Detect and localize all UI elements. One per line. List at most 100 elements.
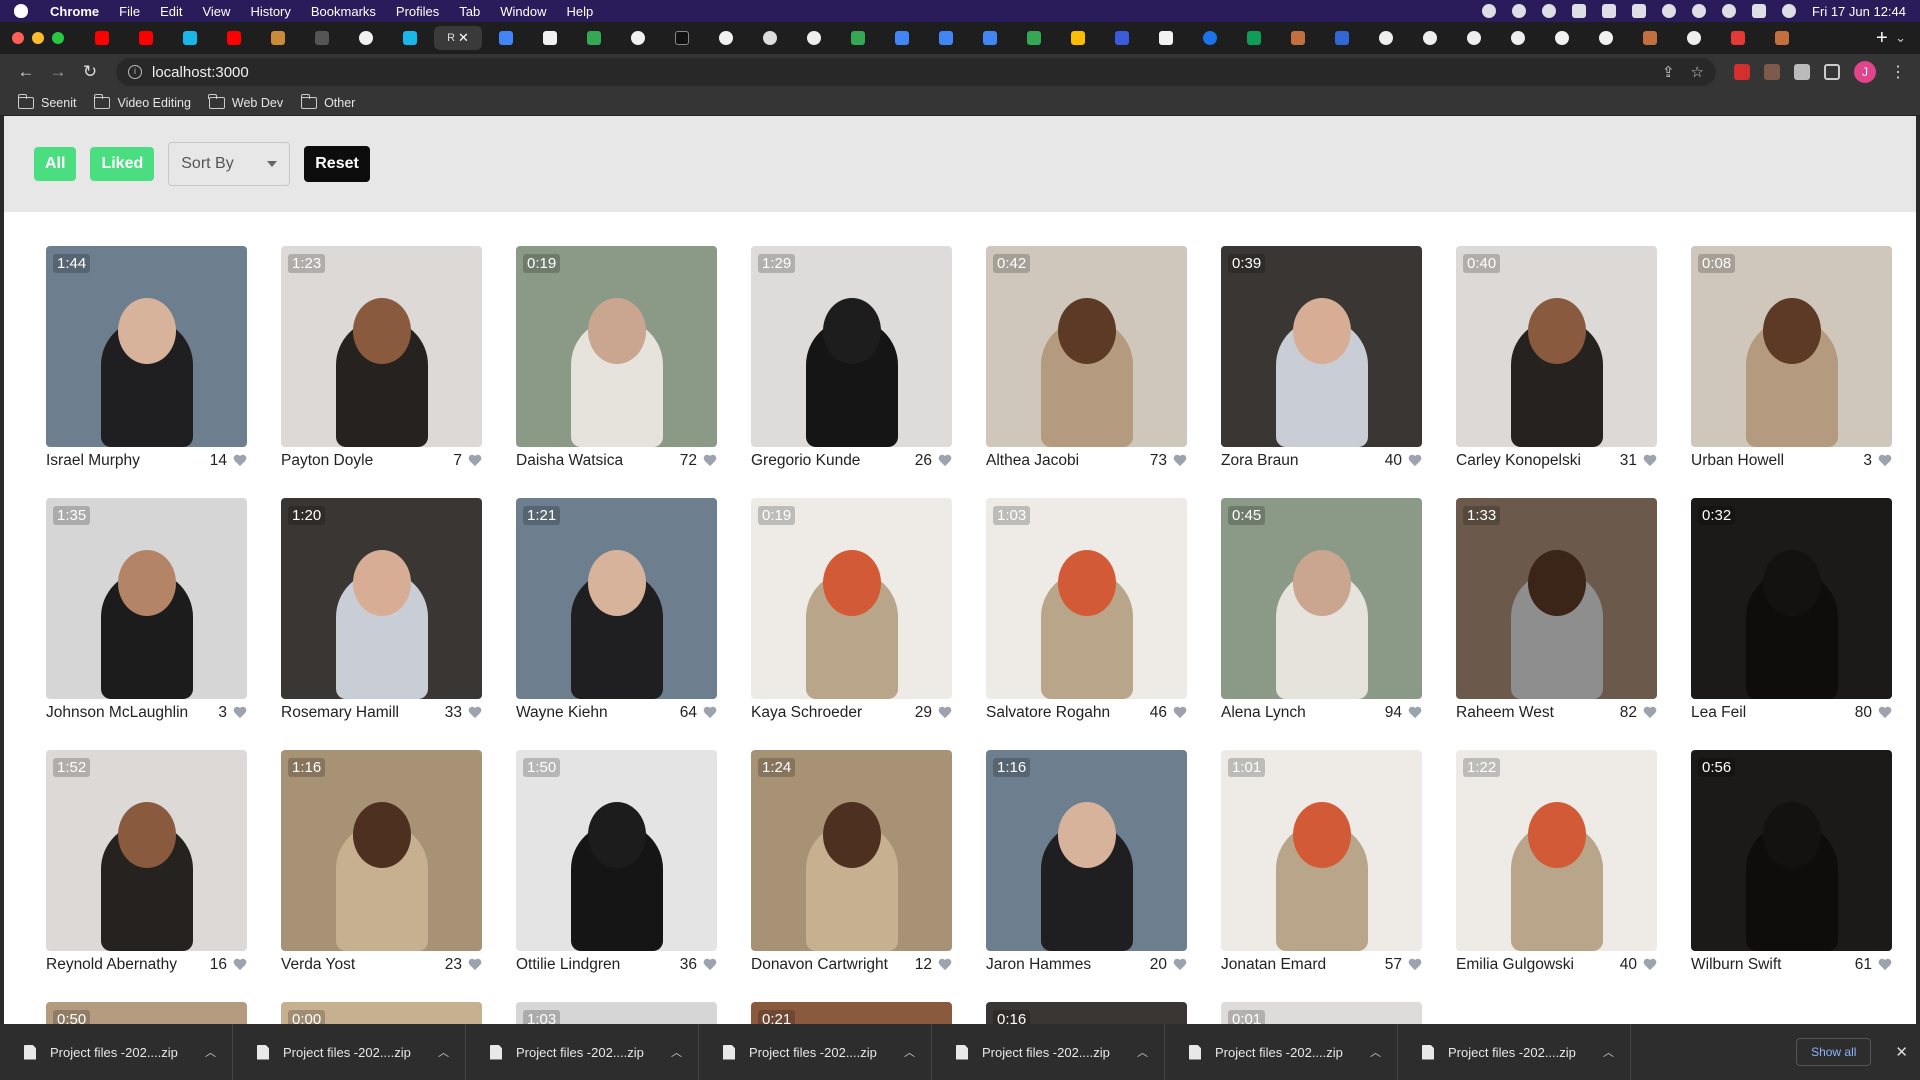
bookmark-folder-other[interactable]: Other: [300, 93, 355, 110]
video-card[interactable]: 0:40 Carley Konopelski 31: [1456, 246, 1657, 475]
tab-localhost-active[interactable]: R ✕: [434, 26, 482, 50]
video-thumbnail[interactable]: 1:01: [1221, 750, 1422, 951]
video-card[interactable]: 1:21 Wayne Kiehn 64: [516, 498, 717, 727]
video-thumbnail[interactable]: 1:16: [281, 750, 482, 951]
tab-youtube[interactable]: [214, 26, 254, 50]
chevron-up-icon[interactable]: ︿: [1137, 1044, 1148, 1060]
new-tab-button[interactable]: +: [1876, 27, 1888, 50]
chevron-up-icon[interactable]: ︿: [671, 1044, 682, 1060]
heart-icon[interactable]: [1643, 455, 1657, 468]
heart-icon[interactable]: [1408, 455, 1422, 468]
tab-google[interactable]: [346, 26, 386, 50]
video-thumbnail[interactable]: 0:56: [1691, 750, 1892, 951]
bookmark-star-icon[interactable]: ☆: [1691, 63, 1704, 81]
extension-icon[interactable]: [1764, 64, 1780, 80]
tab-misc[interactable]: [1234, 26, 1274, 50]
video-thumbnail[interactable]: 1:22: [1456, 750, 1657, 951]
menu-bookmarks[interactable]: Bookmarks: [311, 4, 376, 19]
download-item[interactable]: Project files -202....zip ︿: [466, 1024, 699, 1080]
tab-chrome[interactable]: [750, 26, 790, 50]
download-filename[interactable]: Project files -202....zip: [516, 1045, 657, 1060]
video-thumbnail[interactable]: 1:16: [986, 750, 1187, 951]
tab-misc[interactable]: [302, 26, 342, 50]
video-thumbnail[interactable]: 0:19: [516, 246, 717, 447]
video-card[interactable]: 0:19 Daisha Watsica 72: [516, 246, 717, 475]
video-card[interactable]: 1:20 Rosemary Hamill 33: [281, 498, 482, 727]
video-card[interactable]: 1:33 Raheem West 82: [1456, 498, 1657, 727]
download-item[interactable]: Project files -202....zip ︿: [233, 1024, 466, 1080]
tab-drive[interactable]: [1014, 26, 1054, 50]
video-thumbnail[interactable]: 1:24: [751, 750, 952, 951]
tab-google[interactable]: [618, 26, 658, 50]
video-card[interactable]: 1:44 Israel Murphy 14: [46, 246, 247, 475]
input-source-flag-icon[interactable]: [1602, 4, 1617, 18]
time-machine-icon[interactable]: [1692, 4, 1707, 18]
download-item[interactable]: Project files -202....zip ︿: [932, 1024, 1165, 1080]
side-panel-icon[interactable]: [1824, 64, 1840, 80]
tab-google[interactable]: [1586, 26, 1626, 50]
video-card[interactable]: 0:19 Kaya Schroeder 29: [751, 498, 952, 727]
tab-docs[interactable]: [926, 26, 966, 50]
video-thumbnail[interactable]: 1:23: [281, 246, 482, 447]
tab-youtube[interactable]: [82, 26, 122, 50]
tab-docs[interactable]: [970, 26, 1010, 50]
video-card[interactable]: 0:45 Alena Lynch 94: [1221, 498, 1422, 727]
tab-amazon[interactable]: [1146, 26, 1186, 50]
video-card[interactable]: 1:16 Verda Yost 23: [281, 750, 482, 979]
video-thumbnail[interactable]: 1:03: [516, 1002, 717, 1024]
tab-misc[interactable]: [1762, 26, 1802, 50]
heart-icon[interactable]: [1878, 959, 1892, 972]
video-thumbnail[interactable]: 0:45: [1221, 498, 1422, 699]
download-filename[interactable]: Project files -202....zip: [283, 1045, 424, 1060]
tab-github[interactable]: [1498, 26, 1538, 50]
video-thumbnail[interactable]: 0:39: [1221, 246, 1422, 447]
tab-drive[interactable]: [838, 26, 878, 50]
minimize-window-button[interactable]: [32, 32, 44, 44]
forward-button[interactable]: →: [44, 58, 72, 86]
chevron-up-icon[interactable]: ︿: [1370, 1044, 1381, 1060]
video-card[interactable]: 0:32 Lea Feil 80: [1691, 498, 1892, 727]
menu-window[interactable]: Window: [500, 4, 546, 19]
tab-misc[interactable]: [662, 26, 702, 50]
download-item[interactable]: Project files -202....zip ︿: [1165, 1024, 1398, 1080]
download-filename[interactable]: Project files -202....zip: [749, 1045, 890, 1060]
battery-icon[interactable]: [1632, 4, 1647, 18]
menubar-clock[interactable]: Fri 17 Jun 12:44: [1812, 4, 1906, 19]
heart-icon[interactable]: [703, 707, 717, 720]
play-icon[interactable]: [1542, 4, 1557, 18]
video-thumbnail[interactable]: 1:21: [516, 498, 717, 699]
tab-github[interactable]: [1454, 26, 1494, 50]
video-thumbnail[interactable]: 1:50: [516, 750, 717, 951]
heart-icon[interactable]: [938, 959, 952, 972]
tab-github[interactable]: [794, 26, 834, 50]
close-window-button[interactable]: [12, 32, 24, 44]
chevron-up-icon[interactable]: ︿: [1603, 1044, 1614, 1060]
video-thumbnail[interactable]: 0:40: [1456, 246, 1657, 447]
download-item[interactable]: Project files -202....zip ︿: [699, 1024, 932, 1080]
video-card[interactable]: 1:23 Payton Doyle 7: [281, 246, 482, 475]
heart-icon[interactable]: [938, 707, 952, 720]
video-thumbnail[interactable]: 0:01: [1221, 1002, 1422, 1024]
video-card[interactable]: 1:52 Reynold Abernathy 16: [46, 750, 247, 979]
tab-vimeo[interactable]: [170, 26, 210, 50]
filter-all-button[interactable]: All: [34, 147, 77, 181]
creative-cloud-icon[interactable]: [1482, 4, 1497, 18]
heart-icon[interactable]: [1408, 959, 1422, 972]
video-thumbnail[interactable]: 0:19: [751, 498, 952, 699]
video-thumbnail[interactable]: 0:16: [986, 1002, 1187, 1024]
tab-github[interactable]: [1674, 26, 1714, 50]
heart-icon[interactable]: [233, 707, 247, 720]
heart-icon[interactable]: [1878, 707, 1892, 720]
download-filename[interactable]: Project files -202....zip: [50, 1045, 191, 1060]
heart-icon[interactable]: [938, 455, 952, 468]
video-card[interactable]: 1:24 Donavon Cartwright 12: [751, 750, 952, 979]
wifi-icon[interactable]: [1662, 4, 1677, 18]
bookmark-folder-web-dev[interactable]: Web Dev: [208, 93, 283, 110]
heart-icon[interactable]: [1643, 959, 1657, 972]
tab-misc[interactable]: [1278, 26, 1318, 50]
heart-icon[interactable]: [1173, 455, 1187, 468]
video-thumbnail[interactable]: 0:00: [281, 1002, 482, 1024]
video-card[interactable]: 1:29 Gregorio Kunde 26: [751, 246, 952, 475]
download-filename[interactable]: Project files -202....zip: [982, 1045, 1123, 1060]
video-card[interactable]: 0:39 Zora Braun 40: [1221, 246, 1422, 475]
